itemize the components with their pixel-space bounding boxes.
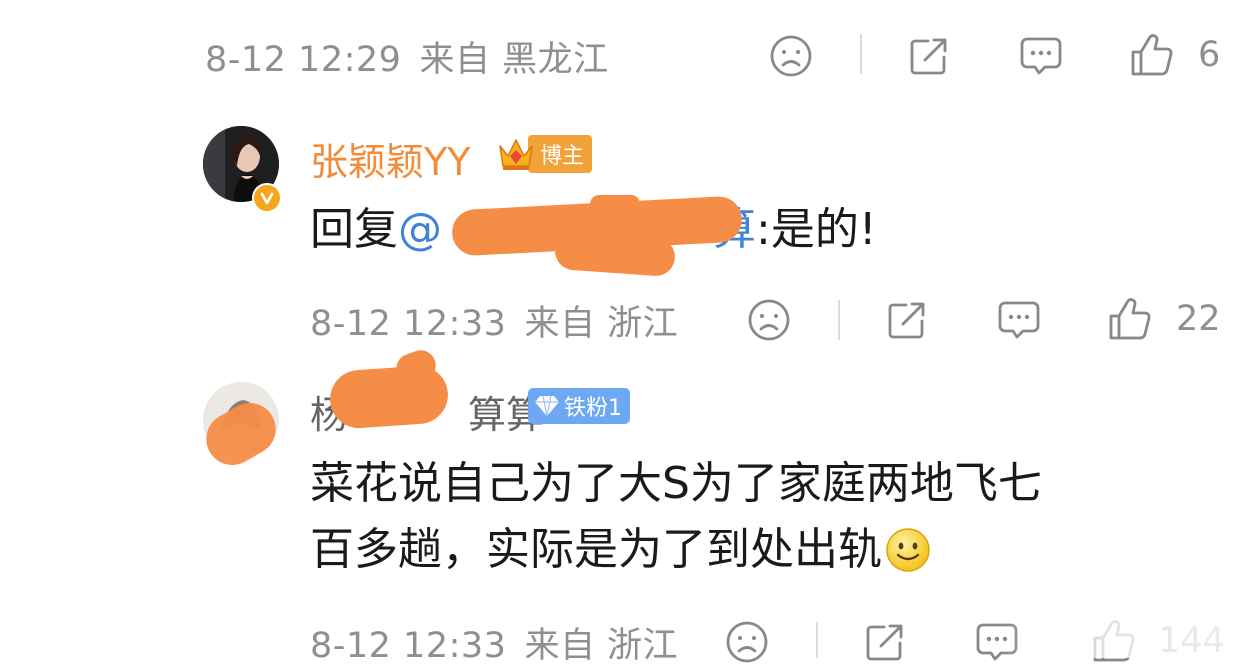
like-count: 22	[1176, 299, 1221, 339]
comment-icon	[1020, 37, 1062, 75]
comment-location: 来自 黑龙江	[419, 39, 609, 80]
verified-badge	[252, 183, 282, 213]
comment-button[interactable]	[1018, 33, 1064, 79]
comment-0-meta: 8-12 12:29 来自 黑龙江	[205, 26, 627, 86]
comment-location: 来自 浙江	[524, 303, 679, 344]
comment-line-2: 百多趟，实际是为了到处出轨	[310, 524, 882, 575]
divider	[860, 34, 862, 74]
share-icon	[888, 302, 925, 339]
divider	[816, 622, 818, 658]
comment-text: 菜花说自己为了大S为了家庭两地飞七 百多趟，实际是为了到处出轨	[310, 451, 1042, 583]
divider	[838, 300, 840, 340]
dislike-button[interactable]	[768, 33, 814, 79]
share-icon	[866, 624, 903, 661]
sad-face-icon	[770, 35, 812, 77]
dislike-button[interactable]	[724, 619, 770, 665]
comment-1-meta: 8-12 12:33 来自 浙江	[310, 290, 696, 350]
comment-2-meta: 8-12 12:33 来自 浙江	[310, 612, 696, 672]
sad-face-icon	[748, 299, 790, 341]
redaction-mark	[553, 230, 677, 278]
share-button[interactable]	[906, 33, 952, 79]
blogger-badge: 博主	[496, 134, 593, 174]
badge-label: 铁粉1	[564, 396, 622, 421]
comment-location: 来自 浙江	[524, 625, 679, 666]
thumbs-up-icon	[1131, 34, 1173, 76]
comment-line-1: 菜花说自己为了大S为了家庭两地飞七	[310, 458, 1042, 509]
verified-v-icon	[260, 192, 274, 205]
badge-label: 博主	[528, 135, 593, 173]
reply-text: :是的!	[756, 204, 877, 255]
crown-icon	[499, 139, 533, 170]
watermark-overlay	[1000, 606, 1260, 658]
share-button[interactable]	[884, 297, 930, 343]
like-button[interactable]	[1128, 31, 1176, 79]
sad-face-icon	[726, 621, 768, 663]
smile-emoji-icon	[886, 528, 930, 572]
share-button[interactable]	[862, 619, 908, 665]
reply-prefix: 回复	[310, 204, 398, 255]
comment-button[interactable]	[996, 297, 1042, 343]
username[interactable]: 张颖颖YY	[310, 131, 470, 186]
comment-date: 8-12 12:33	[310, 625, 507, 666]
mention-link[interactable]: @	[398, 204, 442, 255]
thumbs-up-icon	[1109, 298, 1151, 340]
comment-date: 8-12 12:29	[205, 39, 402, 80]
like-count: 6	[1198, 35, 1221, 75]
dislike-button[interactable]	[746, 297, 792, 343]
fan-badge: 铁粉1	[528, 388, 630, 424]
like-button[interactable]	[1106, 295, 1154, 343]
comment-icon	[998, 301, 1040, 339]
redaction-mark	[590, 195, 640, 213]
comment-date: 8-12 12:33	[310, 303, 507, 344]
diamond-icon	[535, 395, 559, 417]
share-icon	[910, 38, 947, 75]
